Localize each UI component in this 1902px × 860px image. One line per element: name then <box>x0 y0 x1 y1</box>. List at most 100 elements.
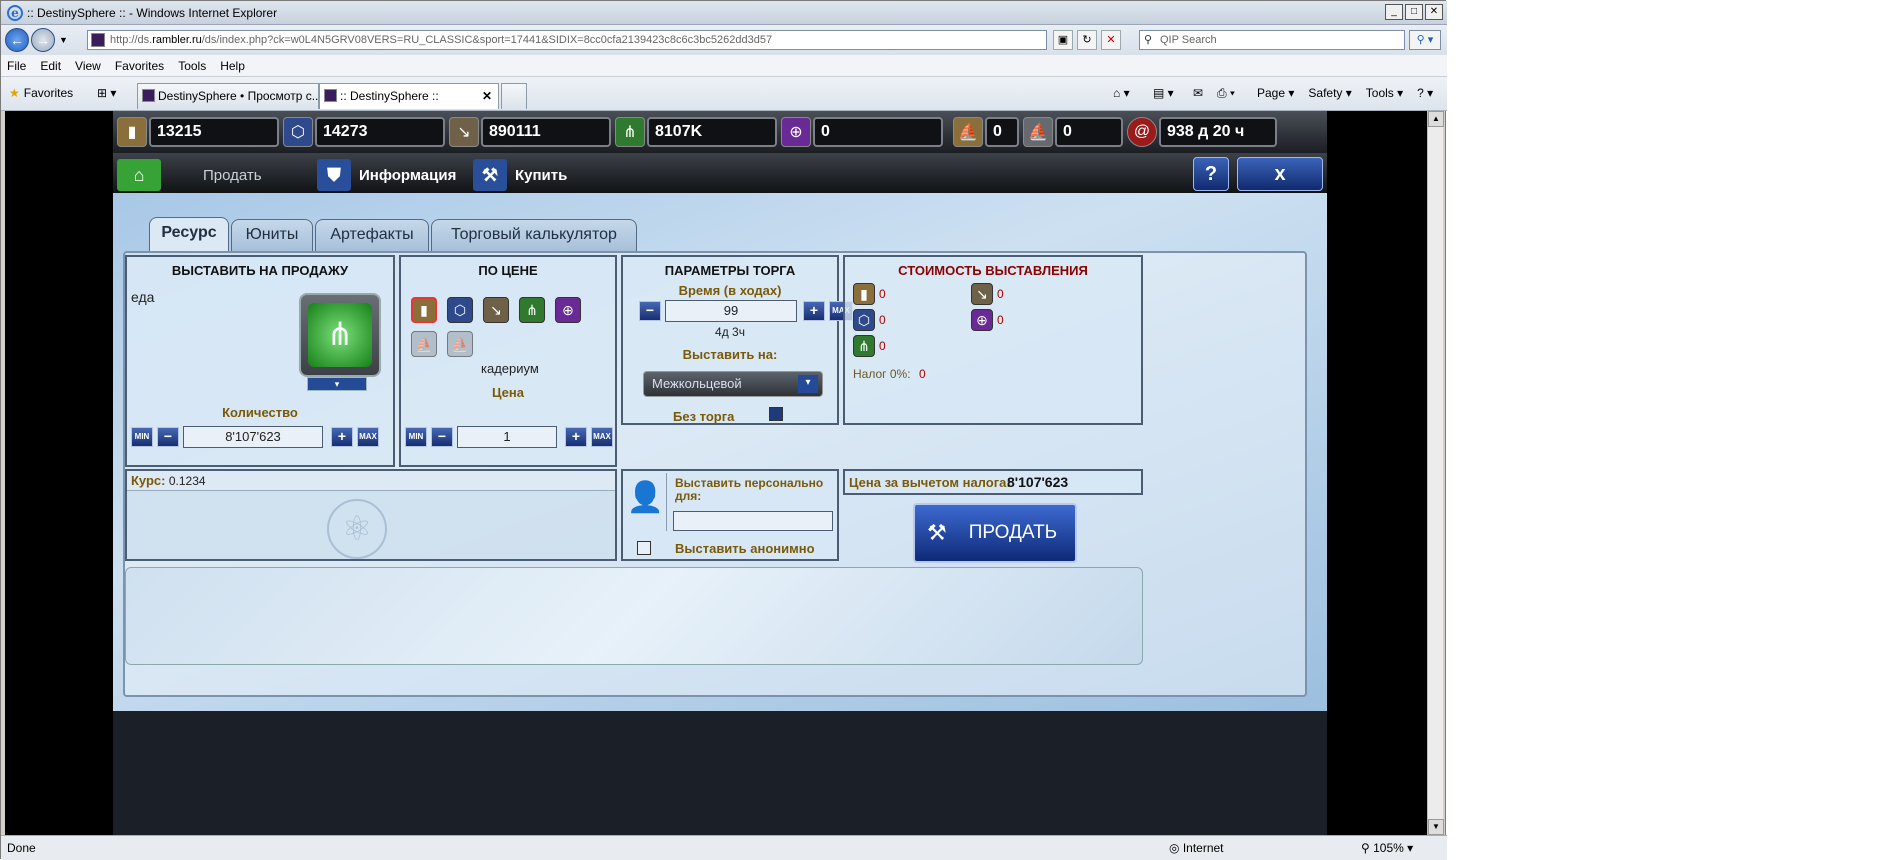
menu-tools[interactable]: Tools <box>178 59 206 73</box>
maximize-button[interactable]: □ <box>1405 4 1423 20</box>
cost-credits-value: 0 <box>879 287 886 301</box>
vertical-scrollbar[interactable]: ▲ ▼ <box>1427 111 1444 835</box>
page-menu[interactable]: Page ▾ <box>1257 86 1294 100</box>
net-label: Цена за вычетом налога: <box>849 475 1011 490</box>
help-menu[interactable]: ? ▾ <box>1417 86 1433 100</box>
personal-input[interactable] <box>673 511 833 531</box>
game-frame: ▮ 13215 ⬡ 14273 ↘ 890111 ⋔ 8107K ⊕ 0 ⛵ 0 ⛵ 0 @9… <box>113 111 1327 835</box>
place-select[interactable]: Межкольцевой ▾ <box>643 371 823 397</box>
window-title: :: DestinySphere :: - Windows Internet E… <box>27 6 278 20</box>
trade-content: ВЫСТАВИТЬ НА ПРОДАЖУ еда ⋔ ▾ Количество … <box>123 251 1307 697</box>
no-bargain-checkbox[interactable] <box>769 407 783 421</box>
price-credits-icon[interactable]: ▮ <box>411 297 437 323</box>
favorites-bar: Favorites ⊞ ▾ DestinySphere • Просмотр с… <box>1 77 1447 111</box>
info-icon: ⛊ <box>317 159 351 191</box>
resource-dropdown-button[interactable]: ▾ <box>307 377 367 391</box>
menu-favorites[interactable]: Favorites <box>115 59 164 73</box>
compat-view-icon[interactable]: ▣ <box>1053 30 1073 50</box>
price-input[interactable]: 1 <box>457 426 557 448</box>
minimize-button[interactable]: _ <box>1385 4 1403 20</box>
home-icon[interactable]: ⌂ ▾ <box>1113 86 1130 100</box>
scroll-down-icon[interactable]: ▼ <box>1428 819 1444 835</box>
tools-menu[interactable]: Tools ▾ <box>1366 86 1403 100</box>
status-bar: Done ◎ Internet ⚲ 105% ▾ <box>1 835 1447 860</box>
print-icon[interactable]: ⎙ ▾ <box>1217 86 1235 101</box>
time-sub: 4д 3ч <box>715 325 745 339</box>
nav-info[interactable]: ⛊ Информация <box>317 159 456 191</box>
tab-destinysphere-forum[interactable]: DestinySphere • Просмотр с... <box>137 83 319 109</box>
cost-box-title: СТОИМОСТЬ ВЫСТАВЛЕНИЯ <box>898 263 1088 278</box>
zoom-level[interactable]: ⚲ 105% ▾ <box>1361 841 1413 855</box>
qty-input[interactable]: 8'107'623 <box>183 426 323 448</box>
time-plus-button[interactable]: + <box>803 301 825 321</box>
tab-trade-calculator[interactable]: Торговый калькулятор <box>431 219 637 251</box>
menu-help[interactable]: Help <box>220 59 245 73</box>
tab-resource[interactable]: Ресурс <box>149 217 229 251</box>
ie-logo-icon: e <box>7 5 23 21</box>
scroll-up-icon[interactable]: ▲ <box>1428 111 1444 127</box>
back-button[interactable]: ← <box>5 28 29 52</box>
time-minus-button[interactable]: − <box>639 301 661 321</box>
refresh-icon[interactable]: ↻ <box>1077 30 1097 50</box>
sell-button[interactable]: ⚒ ПРОДАТЬ <box>913 503 1077 563</box>
time-input[interactable]: 99 <box>665 300 797 322</box>
price-max-button[interactable]: MAX <box>591 427 613 447</box>
menu-file[interactable]: File <box>7 59 26 73</box>
qty-max-button[interactable]: MAX <box>357 427 379 447</box>
url-input[interactable]: http://ds.rambler.ru/ds/index.php?ck=w0L… <box>87 30 1047 50</box>
mail-icon[interactable]: ✉ <box>1193 86 1203 100</box>
price-crystal-icon[interactable]: ⬡ <box>447 297 473 323</box>
price-minus-button[interactable]: − <box>431 427 453 447</box>
gavel-icon: ⚒ <box>927 520 947 545</box>
price-box-title: ПО ЦЕНЕ <box>478 263 538 278</box>
page-viewport: ▮ 13215 ⬡ 14273 ↘ 890111 ⋔ 8107K ⊕ 0 ⛵ 0 ⛵ 0 @9… <box>5 111 1427 835</box>
params-box: ПАРАМЕТРЫ ТОРГА Время (в ходах) − 99 + M… <box>621 255 853 425</box>
nav-buy[interactable]: ⚒ Купить <box>473 159 567 191</box>
nav-sell[interactable]: ⌂ Продать <box>117 159 262 191</box>
safety-menu[interactable]: Safety ▾ <box>1308 86 1351 100</box>
new-tab-button[interactable] <box>501 83 527 109</box>
ships-grey-value: 0 <box>1055 117 1123 147</box>
stop-icon[interactable]: ✕ <box>1101 30 1121 50</box>
search-button[interactable]: ⚲ ▾ <box>1409 30 1441 50</box>
price-cadmium-icon[interactable]: ↘ <box>483 297 509 323</box>
tab-close-icon[interactable]: ✕ <box>482 84 492 108</box>
cost-crystal-icon: ⬡ <box>853 309 875 331</box>
price-min-button[interactable]: MIN <box>405 427 427 447</box>
sell-box-title: ВЫСТАВИТЬ НА ПРОДАЖУ <box>171 263 349 278</box>
energy-value: 0 <box>813 117 943 147</box>
crystal-icon: ⬡ <box>283 117 313 147</box>
menu-view[interactable]: View <box>75 59 101 73</box>
price-ships-grey-icon[interactable]: ⛵ <box>447 331 473 357</box>
qty-min-button[interactable]: MIN <box>131 427 153 447</box>
personal-label: Выставить персонально для: <box>675 476 824 503</box>
tab-artifacts[interactable]: Артефакты <box>315 219 429 251</box>
qty-plus-button[interactable]: + <box>331 427 353 447</box>
feeds-icon[interactable]: ▤ ▾ <box>1153 86 1174 100</box>
price-energy-icon[interactable]: ⊕ <box>555 297 581 323</box>
status-text: Done <box>7 841 36 855</box>
tab-destinysphere[interactable]: :: DestinySphere :: ✕ <box>319 83 499 109</box>
tab-units[interactable]: Юниты <box>231 219 313 251</box>
cost-cadmium-value: 0 <box>997 287 1004 301</box>
forward-button[interactable]: → <box>31 28 55 52</box>
anon-checkbox[interactable] <box>637 541 651 555</box>
favorites-button[interactable]: Favorites <box>9 86 73 100</box>
close-button[interactable]: x <box>1237 157 1323 191</box>
price-ships-gold-icon[interactable]: ⛵ <box>411 331 437 357</box>
qty-minus-button[interactable]: − <box>157 427 179 447</box>
price-food-icon[interactable]: ⋔ <box>519 297 545 323</box>
search-input[interactable]: QIP Search <box>1139 30 1405 50</box>
params-box-title: ПАРАМЕТРЫ ТОРГА <box>664 263 796 278</box>
history-dropdown-icon[interactable]: ▼ <box>59 35 68 45</box>
close-window-button[interactable]: ✕ <box>1425 4 1443 20</box>
time-label: Время (в ходах) <box>678 283 782 298</box>
menu-edit[interactable]: Edit <box>40 59 61 73</box>
wheat-icon: ⋔ <box>308 303 372 367</box>
help-button[interactable]: ? <box>1193 157 1229 191</box>
sell-resource-picker[interactable]: ⋔ <box>299 293 381 377</box>
quick-tabs-icon[interactable]: ⊞ ▾ <box>97 86 116 100</box>
menu-bar: File Edit View Favorites Tools Help <box>1 55 1447 77</box>
price-plus-button[interactable]: + <box>565 427 587 447</box>
tax-value: 0 <box>919 367 926 381</box>
